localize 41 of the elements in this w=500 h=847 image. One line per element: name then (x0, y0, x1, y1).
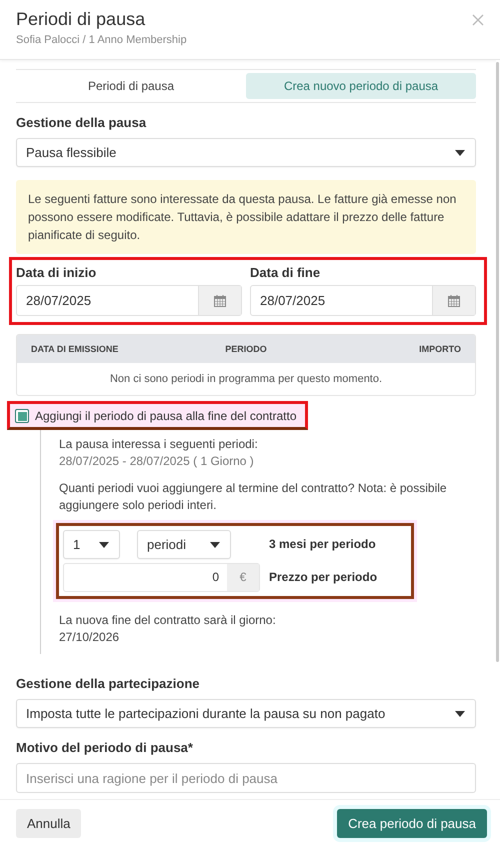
period-info: 3 mesi per periodo (268, 536, 377, 553)
calendar-icon[interactable] (214, 294, 226, 306)
price-field[interactable]: 0 € (63, 563, 260, 592)
close-icon[interactable] (472, 14, 484, 26)
new-end-date: 27/10/2026 (59, 630, 120, 644)
scrollbar[interactable] (496, 62, 499, 662)
caret-icon (455, 710, 465, 716)
dialog-title: Periodi di pausa (16, 9, 146, 30)
field-label: Motivo del periodo di pausa* (16, 740, 194, 755)
count-select[interactable]: 1 (63, 530, 120, 559)
caret-icon (455, 150, 465, 156)
field-label: Gestione della pausa (16, 115, 148, 130)
question-text: Quanti periodi vuoi aggiungere al termine del contratto? Nota: è possibile aggiungere solo periodi interi. (59, 480, 448, 514)
price-label: Prezzo per periodo (268, 569, 378, 586)
info-text: La pausa interessa i seguenti periodi: (59, 437, 258, 451)
participation-select[interactable]: Imposta tutte le partecipazioni durante la pausa su non pagato (16, 699, 476, 728)
date-field[interactable]: 28/07/2025 (250, 285, 476, 316)
field-label: Data di inizio (16, 265, 98, 280)
reason-field[interactable]: Inserisci una ragione per il periodo di pausa (16, 763, 476, 793)
unit-select[interactable]: periodi (137, 530, 231, 559)
date-range: 28/07/2025 - 28/07/2025 ( 1 Giorno ) (59, 453, 255, 470)
dialog-subtitle: Sofia Palocci / 1 Anno Membership (16, 34, 187, 46)
checkbox-row[interactable]: Aggiungi il periodo di pausa alla fine del contratto (7, 401, 308, 430)
column-header: IMPORTO (418, 344, 461, 354)
field-label: Gestione della partecipazione (16, 676, 200, 691)
info-text: La nuova fine del contratto sarà il giorno: (59, 612, 277, 629)
caret-icon (210, 542, 220, 548)
tab[interactable]: Periodi di pausa (16, 73, 246, 99)
column-header: PERIODO (224, 344, 268, 354)
field-label: Data di fine (250, 265, 322, 280)
column-header: DATA DI EMISSIONE (31, 344, 120, 354)
notice-message: Le seguenti fatture sono interessate da questa pausa. Le fatture già emesse non possono essere modificate. Tuttavia, è possibile adattare il prezzo delle fatture pianificate di seguito. (16, 180, 476, 254)
create-button[interactable]: Crea periodo di pausa (337, 809, 487, 838)
caret-icon (99, 542, 109, 548)
tab[interactable]: Crea nuovo periodo di pausa (246, 73, 476, 99)
calendar-icon[interactable] (448, 294, 460, 306)
cancel-button[interactable]: Annulla (16, 809, 82, 838)
empty-message: Non ci sono periodi in programma per questo momento. (108, 372, 384, 387)
pause-type-select[interactable]: Pausa flessibile (16, 138, 476, 167)
checkbox[interactable] (15, 409, 29, 423)
date-field[interactable]: 28/07/2025 (16, 285, 242, 316)
